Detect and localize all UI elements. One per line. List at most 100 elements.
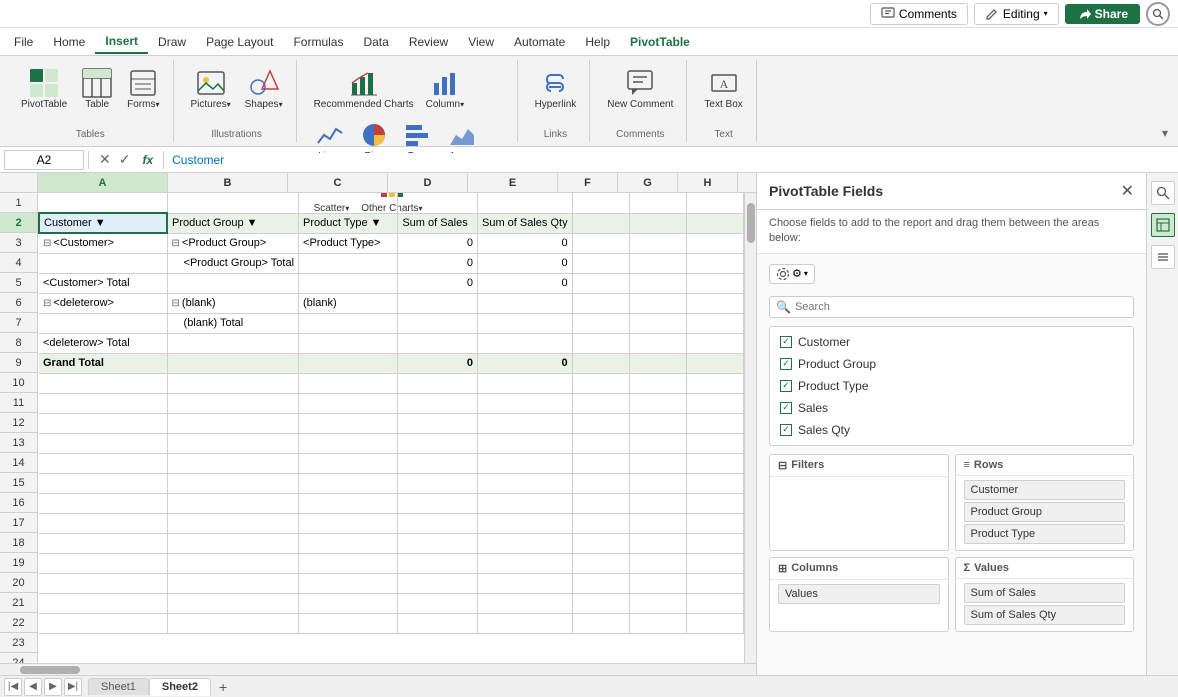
share-button[interactable]: Share	[1065, 4, 1140, 24]
row-num-7[interactable]: 7	[0, 313, 37, 333]
cell-a2[interactable]: Customer ▼	[39, 213, 167, 233]
cell-h8[interactable]	[686, 333, 743, 353]
pivot-search-box[interactable]: 🔍	[769, 296, 1134, 318]
field-checkbox-product-group[interactable]: ✓	[780, 358, 792, 370]
cancel-formula-icon[interactable]: ✕	[99, 151, 111, 168]
cell-g2[interactable]	[629, 213, 686, 233]
col-header-b[interactable]: B	[168, 173, 288, 192]
tab-data[interactable]: Data	[353, 31, 398, 53]
cell-g4[interactable]	[629, 253, 686, 273]
cell-h3[interactable]	[686, 233, 743, 253]
row-num-6[interactable]: 6	[0, 293, 37, 313]
cell-g7[interactable]	[629, 313, 686, 333]
tab-draw[interactable]: Draw	[148, 31, 196, 53]
hyperlink-button[interactable]: Hyperlink	[530, 64, 582, 114]
cell-a6[interactable]: ⊟<deleterow>	[39, 293, 167, 313]
cell-a3[interactable]: ⊟<Customer>	[39, 233, 167, 253]
col-header-e[interactable]: E	[468, 173, 558, 192]
sheet-tab-sheet1[interactable]: Sheet1	[88, 678, 149, 695]
cell-e8[interactable]	[477, 333, 572, 353]
row-num-9[interactable]: 9	[0, 353, 37, 373]
pivot-panel-close-button[interactable]: ✕	[1121, 181, 1134, 201]
row-num-8[interactable]: 8	[0, 333, 37, 353]
formula-input[interactable]	[168, 153, 1174, 167]
field-checkbox-sales[interactable]: ✓	[780, 402, 792, 414]
cell-d7[interactable]	[398, 313, 478, 333]
cell-c4[interactable]	[299, 253, 398, 273]
values-area-body[interactable]: Sum of Sales Sum of Sales Qty	[956, 579, 1134, 631]
pivot-field-customer[interactable]: ✓ Customer	[770, 331, 1133, 353]
cell-b4[interactable]: <Product Group> Total	[167, 253, 298, 273]
cell-c1[interactable]	[299, 193, 398, 213]
cell-d2[interactable]: Sum of Sales	[398, 213, 478, 233]
pivot-field-product-group[interactable]: ✓ Product Group	[770, 353, 1133, 375]
comments-button[interactable]: Comments	[870, 3, 968, 25]
sheet-nav-prev[interactable]: ◀	[24, 678, 42, 696]
cell-d9[interactable]: 0	[398, 353, 478, 373]
row-num-1[interactable]: 1	[0, 193, 37, 213]
vertical-scrollbar[interactable]	[744, 193, 756, 663]
pivottable-button[interactable]: PivotTable	[16, 64, 72, 114]
row-num-19[interactable]: 19	[0, 553, 37, 573]
tab-review[interactable]: Review	[399, 31, 458, 53]
cell-a4[interactable]	[39, 253, 167, 273]
row-num-21[interactable]: 21	[0, 593, 37, 613]
cell-d5[interactable]: 0	[398, 273, 478, 293]
pivot-settings-button[interactable]: ⚙ ▾	[769, 264, 815, 284]
editing-dropdown-icon[interactable]: ▾	[1044, 9, 1048, 18]
rows-item-customer[interactable]: Customer	[964, 480, 1126, 500]
cell-e4[interactable]: 0	[477, 253, 572, 273]
cell-d3[interactable]: 0	[398, 233, 478, 253]
cell-g5[interactable]	[629, 273, 686, 293]
row-num-16[interactable]: 16	[0, 493, 37, 513]
tab-page-layout[interactable]: Page Layout	[196, 31, 283, 53]
cell-f8[interactable]	[572, 333, 629, 353]
forms-button[interactable]: Forms▾	[122, 64, 164, 114]
field-checkbox-customer[interactable]: ✓	[780, 336, 792, 348]
cell-d4[interactable]: 0	[398, 253, 478, 273]
sheet-nav-prev-prev[interactable]: |◀	[4, 678, 22, 696]
recommended-charts-button[interactable]: Recommended Charts	[309, 64, 419, 114]
cell-c8[interactable]	[299, 333, 398, 353]
right-icon-list[interactable]	[1151, 245, 1175, 269]
filters-area-body[interactable]	[770, 477, 948, 512]
pivot-field-product-type[interactable]: ✓ Product Type	[770, 375, 1133, 397]
cell-f3[interactable]	[572, 233, 629, 253]
cell-g3[interactable]	[629, 233, 686, 253]
pivot-search-input[interactable]	[795, 301, 1127, 313]
row-num-4[interactable]: 4	[0, 253, 37, 273]
row-num-15[interactable]: 15	[0, 473, 37, 493]
cell-h4[interactable]	[686, 253, 743, 273]
column-chart-button[interactable]: Column▾	[421, 64, 469, 114]
row-num-18[interactable]: 18	[0, 533, 37, 553]
col-header-f[interactable]: F	[558, 173, 618, 192]
cell-b8[interactable]	[167, 333, 298, 353]
right-icon-search[interactable]	[1151, 181, 1175, 205]
cell-c7[interactable]	[299, 313, 398, 333]
pivot-field-sales[interactable]: ✓ Sales	[770, 397, 1133, 419]
sheet-nav-next[interactable]: ▶	[44, 678, 62, 696]
cell-e7[interactable]	[477, 313, 572, 333]
cell-c9[interactable]	[299, 353, 398, 373]
cell-g8[interactable]	[629, 333, 686, 353]
row-num-10[interactable]: 10	[0, 373, 37, 393]
cell-b1[interactable]	[167, 193, 298, 213]
cell-b3[interactable]: ⊟<Product Group>	[167, 233, 298, 253]
cell-a7[interactable]	[39, 313, 167, 333]
rows-area-body[interactable]: Customer Product Group Product Type	[956, 476, 1134, 550]
cell-e5[interactable]: 0	[477, 273, 572, 293]
pictures-button[interactable]: Pictures▾	[186, 64, 236, 114]
cell-h2[interactable]	[686, 213, 743, 233]
scrollbar-thumb[interactable]	[747, 203, 755, 243]
values-item-sum-sales-qty[interactable]: Sum of Sales Qty	[964, 605, 1126, 625]
table-button[interactable]: Table	[76, 64, 118, 114]
col-header-d[interactable]: D	[388, 173, 468, 192]
cell-f9[interactable]	[572, 353, 629, 373]
cell-h7[interactable]	[686, 313, 743, 333]
cell-f1[interactable]	[572, 193, 629, 213]
field-checkbox-product-type[interactable]: ✓	[780, 380, 792, 392]
row-num-5[interactable]: 5	[0, 273, 37, 293]
row-num-11[interactable]: 11	[0, 393, 37, 413]
cell-e2[interactable]: Sum of Sales Qty	[477, 213, 572, 233]
tab-formulas[interactable]: Formulas	[283, 31, 353, 53]
